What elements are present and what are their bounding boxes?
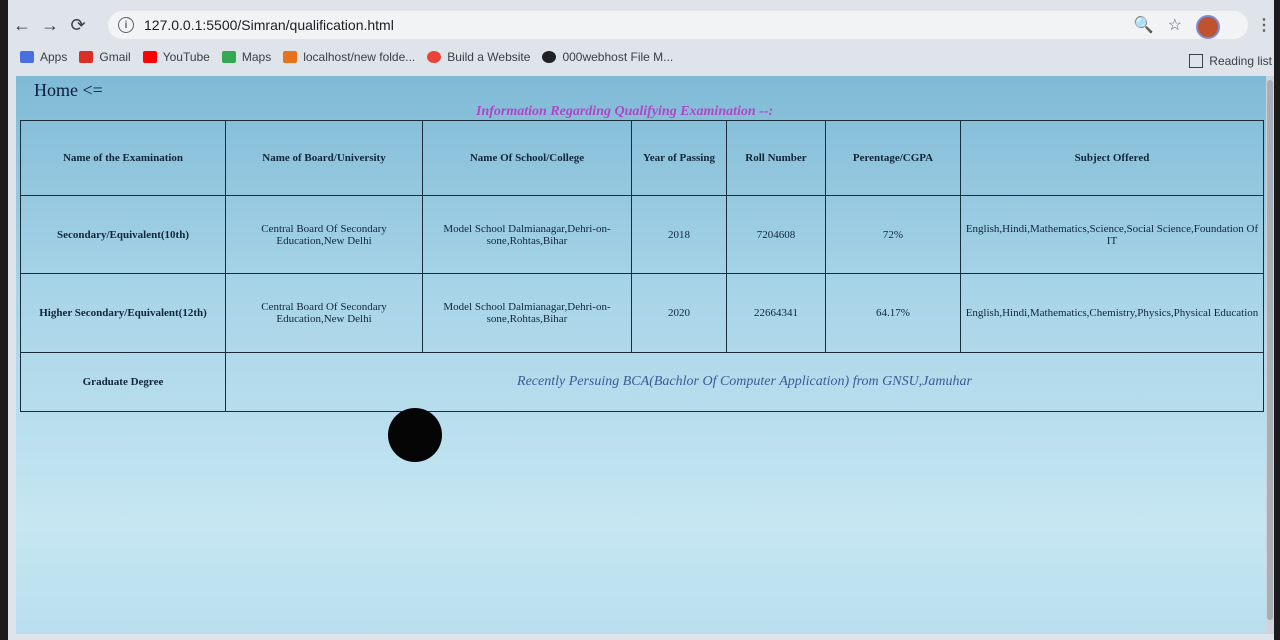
- cell-roll: 7204608: [726, 194, 826, 275]
- star-icon[interactable]: ☆: [1168, 15, 1182, 39]
- bookmark-apps[interactable]: Apps: [20, 50, 67, 64]
- qualification-table: Name of the Examination Name of Board/Un…: [20, 120, 1264, 413]
- cell-subjects: English,Hindi,Mathematics,Science,Social…: [960, 194, 1264, 275]
- address-bar[interactable]: i 127.0.0.1:5500/Simran/qualification.ht…: [108, 11, 1248, 39]
- browser-window: ← → ⟳ i 127.0.0.1:5500/Simran/qualificat…: [8, 0, 1274, 640]
- cell-year: 2018: [631, 194, 727, 275]
- cell-school: Model School Dalmianagar,Dehri-on-sone,R…: [422, 194, 632, 275]
- cell-subjects: English,Hindi,Mathematics,Chemistry,Phys…: [960, 273, 1264, 353]
- table-header-row: Name of the Examination Name of Board/Un…: [20, 120, 1264, 196]
- cell-graduate-note: Recently Persuing BCA(Bachlor Of Compute…: [225, 351, 1264, 413]
- youtube-icon: [142, 51, 157, 63]
- cell-board: Central Board Of Secondary Education,New…: [225, 273, 423, 353]
- bookmark-label: localhost/new folde...: [303, 50, 416, 64]
- bookmark-label: 000webhost File M...: [562, 50, 674, 64]
- cell-year: 2020: [631, 273, 727, 353]
- reading-list-button[interactable]: Reading list: [1189, 54, 1272, 68]
- bookmark-youtube[interactable]: YouTube: [142, 50, 210, 64]
- back-icon[interactable]: ←: [8, 11, 36, 39]
- cell-percentage: 64.17%: [825, 273, 961, 353]
- bookmarks-bar: Apps Gmail YouTube Maps localhost/new fo…: [8, 44, 1274, 70]
- table-row-graduate: Graduate Degree Recently Persuing BCA(Ba…: [20, 351, 1264, 413]
- forward-icon[interactable]: →: [36, 11, 64, 39]
- avatar[interactable]: [1196, 15, 1220, 39]
- zoom-icon[interactable]: 🔍: [1134, 15, 1154, 39]
- 000webhost-icon: [542, 51, 557, 63]
- reading-list-icon: [1189, 54, 1204, 68]
- cell-exam: Graduate Degree: [20, 351, 226, 413]
- scrollbar-thumb[interactable]: [1267, 80, 1273, 620]
- browser-toolbar: ← → ⟳ i 127.0.0.1:5500/Simran/qualificat…: [8, 8, 1274, 42]
- cell-exam: Secondary/Equivalent(10th): [20, 194, 226, 275]
- cell-school: Model School Dalmianagar,Dehri-on-sone,R…: [422, 273, 632, 353]
- bookmark-label: Apps: [40, 50, 68, 64]
- cell-roll: 22664341: [726, 273, 826, 353]
- black-dot: [388, 408, 442, 462]
- build-website-icon: [427, 51, 442, 63]
- table-caption: Information Regarding Qualifying Examina…: [476, 104, 774, 119]
- reading-list-label: Reading list: [1209, 54, 1272, 68]
- col-header-subjects: Subject Offered: [960, 120, 1264, 196]
- col-header-board: Name of Board/University: [225, 120, 423, 196]
- menu-icon[interactable]: ⋮: [1256, 15, 1272, 35]
- col-header-school: Name Of School/College: [422, 120, 632, 196]
- maps-icon: [221, 51, 236, 63]
- reload-icon[interactable]: ⟳: [64, 11, 92, 39]
- bookmark-label: Maps: [241, 50, 272, 64]
- col-header-exam: Name of the Examination: [20, 120, 226, 196]
- localhost-icon: [283, 51, 298, 63]
- bookmark-gmail[interactable]: Gmail: [79, 50, 131, 64]
- bookmark-label: Build a Website: [447, 50, 531, 64]
- table-row: Higher Secondary/Equivalent(12th) Centra…: [20, 273, 1264, 353]
- col-header-percentage: Perentage/CGPA: [825, 120, 961, 196]
- gmail-icon: [79, 51, 94, 63]
- url-text[interactable]: 127.0.0.1:5500/Simran/qualification.html: [144, 17, 394, 33]
- bookmark-maps[interactable]: Maps: [221, 50, 272, 64]
- apps-grid-icon: [20, 51, 34, 63]
- bookmark-label: Gmail: [99, 50, 131, 64]
- bookmark-000webhost[interactable]: 000webhost File M...: [542, 50, 673, 64]
- table-row: Secondary/Equivalent(10th) Central Board…: [20, 194, 1264, 275]
- page-content: Home <= Information Regarding Qualifying…: [16, 76, 1266, 634]
- col-header-year: Year of Passing: [631, 120, 727, 196]
- bookmark-localhost[interactable]: localhost/new folde...: [283, 50, 415, 64]
- col-header-roll: Roll Number: [726, 120, 826, 196]
- home-link[interactable]: Home <=: [34, 80, 103, 101]
- bookmark-label: YouTube: [162, 50, 210, 64]
- bookmark-build-website[interactable]: Build a Website: [427, 50, 530, 64]
- cell-exam: Higher Secondary/Equivalent(12th): [20, 273, 226, 353]
- site-info-icon[interactable]: i: [118, 17, 134, 33]
- cell-board: Central Board Of Secondary Education,New…: [225, 194, 423, 275]
- cell-percentage: 72%: [825, 194, 961, 275]
